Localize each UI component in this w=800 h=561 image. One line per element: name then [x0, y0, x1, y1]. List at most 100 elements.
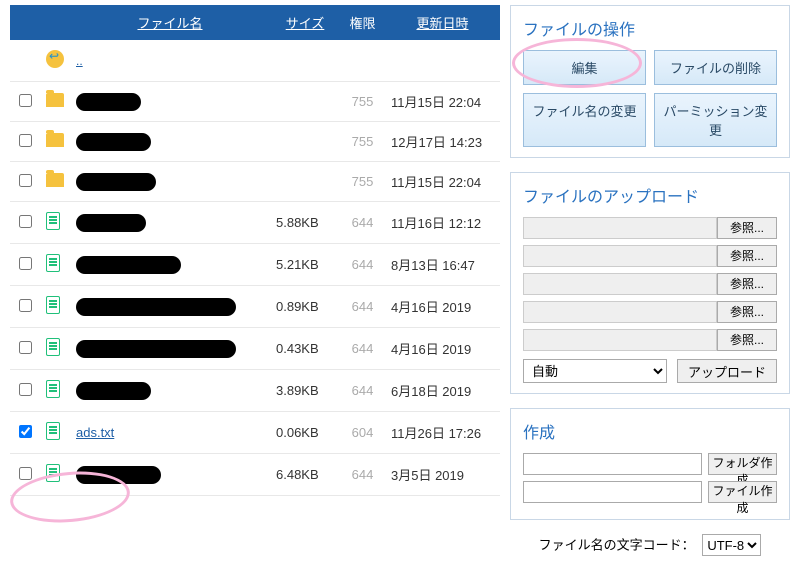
row-checkbox[interactable] — [19, 299, 32, 312]
browse-button[interactable]: 参照... — [717, 301, 777, 323]
cell-date: 4月16日 2019 — [385, 286, 500, 328]
row-checkbox[interactable] — [19, 341, 32, 354]
row-checkbox[interactable] — [19, 215, 32, 228]
table-row: 75511月15日 22:04 — [10, 162, 500, 202]
table-row: 0.89KB6444月16日 2019 — [10, 286, 500, 328]
create-file-button[interactable]: ファイル作成 — [708, 481, 777, 503]
browse-button[interactable]: 参照... — [717, 273, 777, 295]
folder-name-input[interactable] — [523, 453, 702, 475]
redacted-name — [76, 173, 156, 191]
upload-title: ファイルのアップロード — [523, 183, 777, 207]
folder-icon — [46, 93, 64, 107]
redacted-name — [76, 256, 181, 274]
cell-date: 11月15日 22:04 — [385, 82, 500, 122]
create-panel: 作成 フォルダ作成 ファイル作成 — [510, 408, 790, 520]
create-folder-button[interactable]: フォルダ作成 — [708, 453, 777, 475]
delete-button[interactable]: ファイルの削除 — [654, 50, 777, 85]
cell-date: 8月13日 16:47 — [385, 244, 500, 286]
up-link[interactable]: .. — [76, 54, 83, 68]
cell-size: 5.21KB — [270, 244, 340, 286]
table-row: 5.21KB6448月13日 16:47 — [10, 244, 500, 286]
table-row: 75512月17日 14:23 — [10, 122, 500, 162]
folder-icon — [46, 173, 64, 187]
file-icon — [46, 254, 60, 272]
browse-button[interactable]: 参照... — [717, 245, 777, 267]
cell-date: 3月5日 2019 — [385, 454, 500, 496]
cell-perm: 755 — [340, 82, 385, 122]
col-filename[interactable]: ファイル名 — [70, 5, 270, 40]
row-checkbox[interactable] — [19, 467, 32, 480]
browse-button[interactable]: 参照... — [717, 329, 777, 351]
col-date[interactable]: 更新日時 — [385, 5, 500, 40]
table-row: 3.89KB6446月18日 2019 — [10, 370, 500, 412]
row-checkbox[interactable] — [19, 257, 32, 270]
table-row: 5.88KB64411月16日 12:12 — [10, 202, 500, 244]
file-name-input[interactable] — [523, 481, 702, 503]
cell-size — [270, 162, 340, 202]
cell-size: 3.89KB — [270, 370, 340, 412]
folder-icon — [46, 133, 64, 147]
file-icon — [46, 296, 60, 314]
cell-date: 12月17日 14:23 — [385, 122, 500, 162]
row-checkbox[interactable] — [19, 134, 32, 147]
upload-panel: ファイルのアップロード 参照... 参照... 参照... 参照... 参照... 自動… — [510, 172, 790, 394]
file-icon — [46, 212, 60, 230]
cell-perm: 644 — [340, 202, 385, 244]
ops-panel: ファイルの操作 編集 ファイルの削除 ファイル名の変更 パーミッション変更 — [510, 5, 790, 158]
rename-button[interactable]: ファイル名の変更 — [523, 93, 646, 147]
redacted-name — [76, 382, 151, 400]
upload-button[interactable]: アップロード — [677, 359, 777, 383]
col-perm: 権限 — [340, 5, 385, 40]
cell-size — [270, 122, 340, 162]
cell-perm: 644 — [340, 244, 385, 286]
cell-perm: 755 — [340, 122, 385, 162]
file-icon — [46, 422, 60, 440]
table-row: 6.48KB6443月5日 2019 — [10, 454, 500, 496]
create-title: 作成 — [523, 419, 777, 443]
row-checkbox[interactable] — [19, 425, 32, 438]
cell-size: 6.48KB — [270, 454, 340, 496]
upload-field — [523, 329, 717, 351]
table-row: ads.txt 0.06KB60411月26日 17:26 — [10, 412, 500, 454]
up-icon — [46, 50, 64, 68]
col-size[interactable]: サイズ — [270, 5, 340, 40]
file-icon — [46, 338, 60, 356]
table-row: 0.43KB6444月16日 2019 — [10, 328, 500, 370]
redacted-name — [76, 93, 141, 111]
redacted-name — [76, 466, 161, 484]
cell-size: 0.06KB — [270, 412, 340, 454]
cell-size — [270, 82, 340, 122]
cell-perm: 604 — [340, 412, 385, 454]
edit-button[interactable]: 編集 — [523, 50, 646, 85]
upload-field — [523, 273, 717, 295]
cell-date: 11月16日 12:12 — [385, 202, 500, 244]
encoding-select[interactable]: 自動 — [523, 359, 667, 383]
file-icon — [46, 380, 60, 398]
table-row: 75511月15日 22:04 — [10, 82, 500, 122]
row-checkbox[interactable] — [19, 94, 32, 107]
charset-label: ファイル名の文字コード： — [539, 538, 695, 553]
cell-perm: 644 — [340, 370, 385, 412]
file-icon — [46, 464, 60, 482]
cell-perm: 755 — [340, 162, 385, 202]
cell-size: 0.89KB — [270, 286, 340, 328]
file-link[interactable]: ads.txt — [76, 425, 114, 440]
browse-button[interactable]: 参照... — [717, 217, 777, 239]
upload-field — [523, 217, 717, 239]
row-checkbox[interactable] — [19, 174, 32, 187]
cell-perm: 644 — [340, 328, 385, 370]
cell-date: 4月16日 2019 — [385, 328, 500, 370]
redacted-name — [76, 214, 146, 232]
cell-perm: 644 — [340, 454, 385, 496]
redacted-name — [76, 133, 151, 151]
chmod-button[interactable]: パーミッション変更 — [654, 93, 777, 147]
upload-field — [523, 301, 717, 323]
row-checkbox[interactable] — [19, 383, 32, 396]
redacted-name — [76, 298, 236, 316]
charset-select[interactable]: UTF-8 — [702, 534, 761, 556]
cell-perm: 644 — [340, 286, 385, 328]
cell-date: 11月26日 17:26 — [385, 412, 500, 454]
file-table: ファイル名 サイズ 権限 更新日時 .. 75511月15日 22:047551… — [10, 5, 500, 496]
redacted-name — [76, 340, 236, 358]
ops-title: ファイルの操作 — [523, 16, 777, 40]
